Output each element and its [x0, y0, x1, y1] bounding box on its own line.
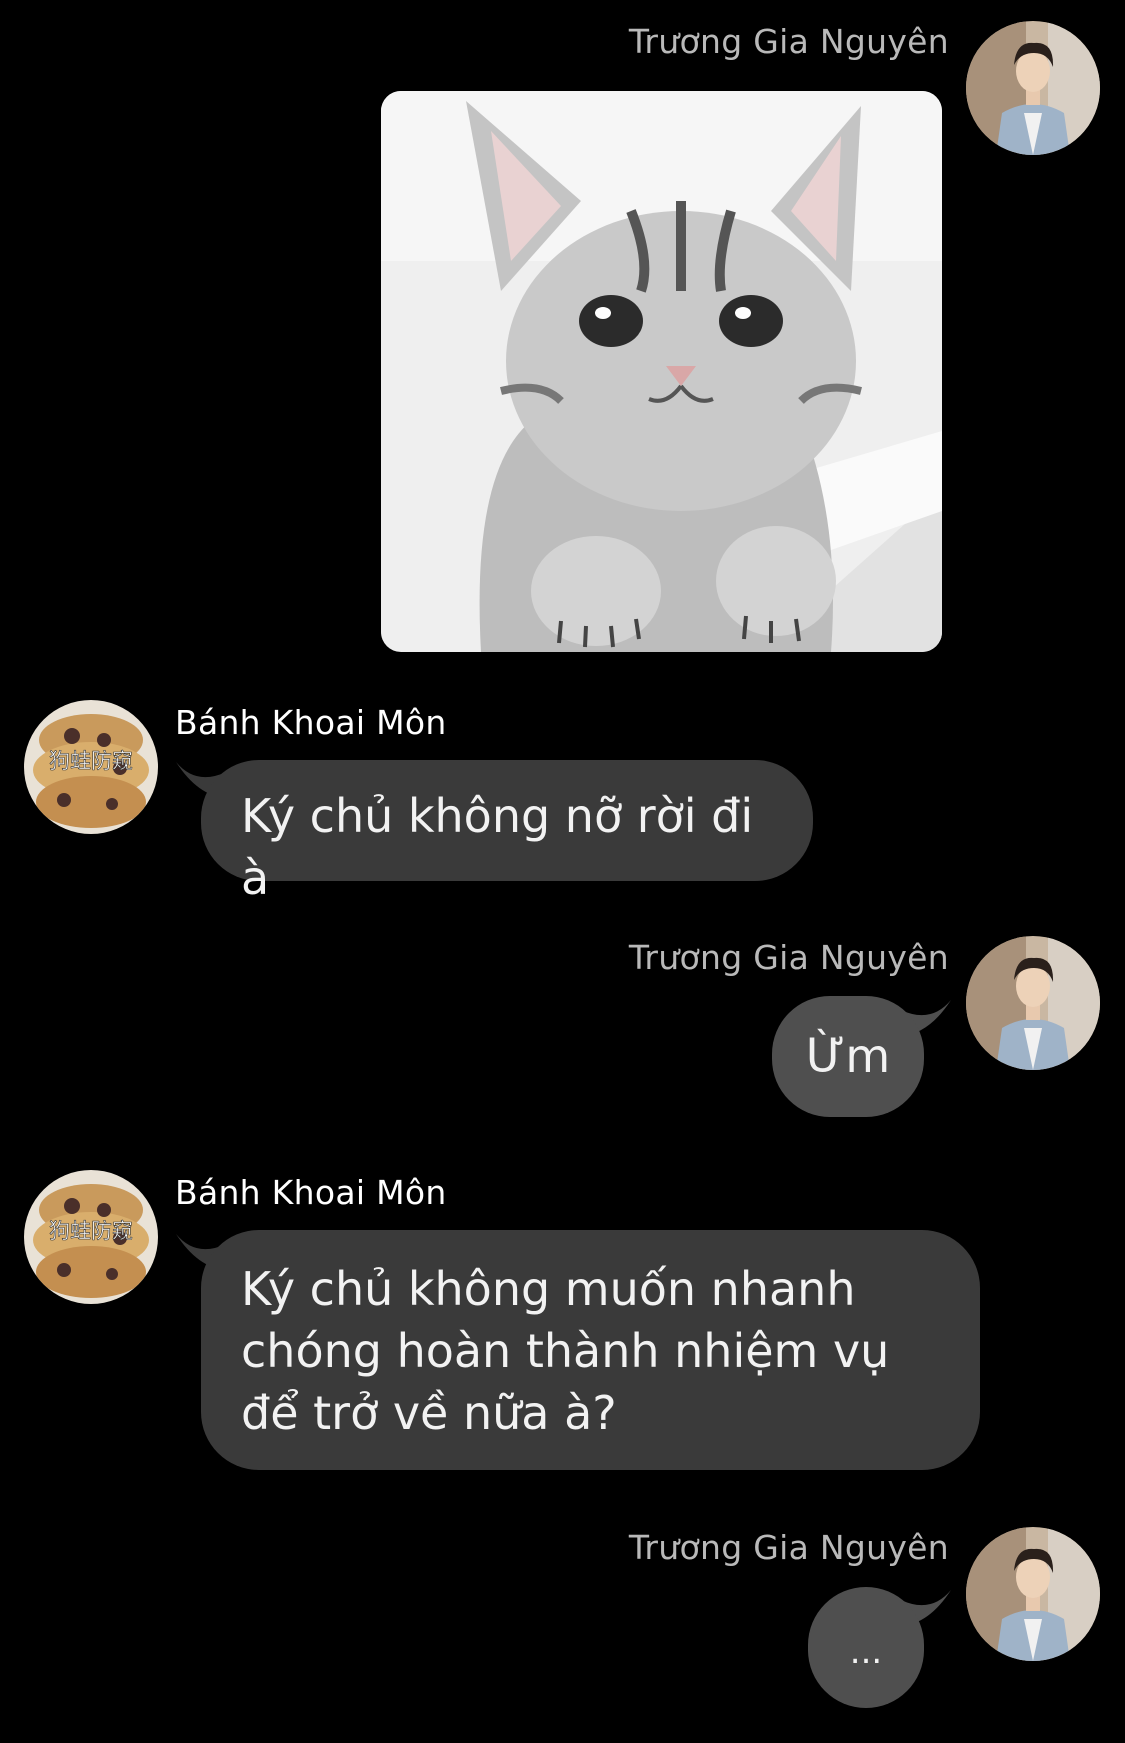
message-bubble-incoming[interactable]: Ký chủ không muốn nhanh chóng hoàn thành…	[201, 1230, 980, 1470]
self-avatar[interactable]	[966, 1527, 1100, 1661]
self-avatar[interactable]	[966, 21, 1100, 155]
self-avatar[interactable]	[966, 936, 1100, 1070]
sender-name: Trương Gia Nguyên	[628, 938, 949, 977]
sender-name: Bánh Khoai Môn	[175, 703, 447, 742]
sad-cat-sticker	[381, 91, 942, 652]
other-avatar[interactable]: 狗蛙防窥	[24, 700, 158, 834]
pastry-avatar-icon: 狗蛙防窥	[24, 1170, 158, 1304]
other-avatar[interactable]: 狗蛙防窥	[24, 1170, 158, 1304]
sender-name: Trương Gia Nguyên	[628, 22, 949, 61]
person-portrait-avatar-icon	[966, 21, 1100, 155]
pastry-avatar-icon: 狗蛙防窥	[24, 700, 158, 834]
person-portrait-avatar-icon	[966, 1527, 1100, 1661]
avatar-watermark: 狗蛙防窥	[49, 749, 133, 773]
person-portrait-avatar-icon	[966, 936, 1100, 1070]
sad-cat-image[interactable]	[381, 91, 942, 652]
sender-name: Trương Gia Nguyên	[628, 1528, 949, 1567]
message-bubble-outgoing[interactable]: Ừm	[772, 996, 924, 1117]
message-bubble-incoming[interactable]: Ký chủ không nỡ rời đi à	[201, 760, 813, 905]
message-bubble-outgoing[interactable]: ...	[808, 1587, 924, 1708]
sender-name: Bánh Khoai Môn	[175, 1173, 447, 1212]
avatar-watermark: 狗蛙防窥	[49, 1219, 133, 1243]
